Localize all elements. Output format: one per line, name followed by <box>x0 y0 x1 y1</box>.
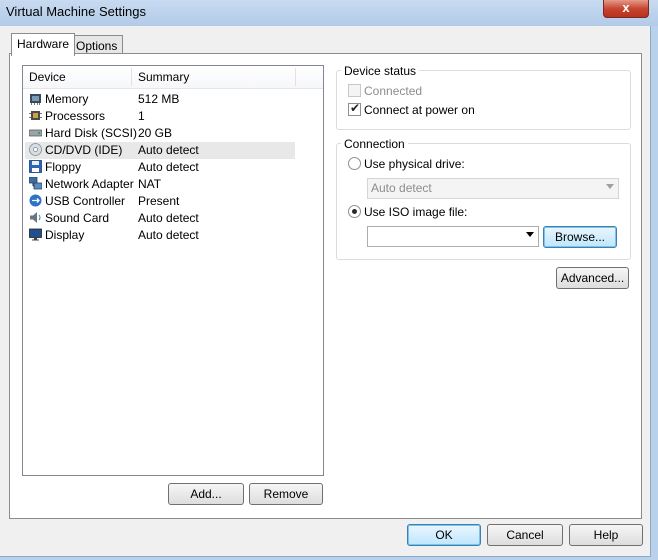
device-row-processors[interactable]: Processors 1 <box>25 108 295 125</box>
device-name: Processors <box>45 109 106 123</box>
device-row-usb-controller[interactable]: USB Controller Present <box>25 193 295 210</box>
add-button[interactable]: Add... <box>168 483 244 505</box>
device-row-network-adapter[interactable]: Network Adapter NAT <box>25 176 295 193</box>
ok-button[interactable]: OK <box>407 524 481 546</box>
column-header-summary[interactable]: Summary <box>132 66 288 88</box>
device-name: Floppy <box>45 160 82 174</box>
device-summary: Auto detect <box>138 228 199 242</box>
window-title: Virtual Machine Settings <box>6 4 146 19</box>
chevron-down-icon[interactable] <box>526 232 534 237</box>
device-row-display[interactable]: Display Auto detect <box>25 227 295 244</box>
use-iso-image-label: Use ISO image file: <box>364 205 468 219</box>
processor-icon <box>29 111 42 120</box>
display-icon <box>29 228 42 241</box>
device-name: CD/DVD (IDE) <box>45 143 123 157</box>
cd-dvd-icon <box>29 143 42 156</box>
tab-hardware-label: Hardware <box>17 37 70 51</box>
advanced-button[interactable]: Advanced... <box>556 267 629 289</box>
device-summary: Auto detect <box>138 143 199 157</box>
close-button[interactable]: x <box>603 0 649 18</box>
close-icon: x <box>622 0 630 15</box>
device-row-memory[interactable]: Memory 512 MB <box>25 91 295 108</box>
device-row-floppy[interactable]: Floppy Auto detect <box>25 159 295 176</box>
device-name: USB Controller <box>45 194 126 208</box>
device-name: Network Adapter <box>45 177 134 191</box>
remove-button[interactable]: Remove <box>249 483 323 505</box>
iso-file-path-input[interactable] <box>367 226 539 247</box>
device-status-label: Device status <box>341 64 420 78</box>
connect-at-power-on-label: Connect at power on <box>364 103 475 117</box>
use-physical-drive-radio[interactable] <box>348 157 361 170</box>
device-summary: Present <box>138 194 180 208</box>
device-row-cd-dvd[interactable]: CD/DVD (IDE) Auto detect <box>25 142 295 159</box>
cancel-button[interactable]: Cancel <box>487 524 563 546</box>
physical-drive-value: Auto detect <box>371 181 432 195</box>
connected-checkbox[interactable] <box>348 84 361 97</box>
connect-at-power-on-checkbox[interactable]: ✔ <box>348 101 361 116</box>
radio-selected-dot <box>352 209 357 214</box>
floppy-icon <box>29 160 42 173</box>
sound-card-icon <box>30 212 41 223</box>
device-summary: 512 MB <box>138 92 180 106</box>
network-adapter-icon <box>29 177 42 190</box>
device-name: Memory <box>45 92 89 106</box>
connection-label: Connection <box>341 137 408 151</box>
device-summary: 1 <box>138 109 145 123</box>
usb-icon <box>29 194 42 207</box>
physical-drive-select[interactable]: Auto detect <box>367 178 619 199</box>
column-header-device[interactable]: Device <box>23 66 131 88</box>
column-separator[interactable] <box>295 68 296 86</box>
hard-disk-icon <box>29 129 42 137</box>
device-row-sound-card[interactable]: Sound Card Auto detect <box>25 210 295 227</box>
connected-label: Connected <box>364 84 423 98</box>
device-summary: Auto detect <box>138 160 199 174</box>
device-name: Display <box>45 228 85 242</box>
memory-icon <box>30 94 41 105</box>
device-summary: NAT <box>138 177 162 191</box>
use-iso-image-radio[interactable] <box>348 205 361 218</box>
device-name: Hard Disk (SCSI) <box>45 126 138 140</box>
title-bar: Virtual Machine Settings x <box>0 0 658 26</box>
device-row-hard-disk[interactable]: Hard Disk (SCSI) 20 GB <box>25 125 295 142</box>
use-physical-drive-label: Use physical drive: <box>364 157 465 171</box>
device-list-header: Device Summary <box>23 66 323 89</box>
device-list[interactable]: Device Summary Memory 512 MB Processors … <box>22 65 324 476</box>
device-summary: 20 GB <box>138 126 173 140</box>
device-summary: Auto detect <box>138 211 199 225</box>
device-name: Sound Card <box>45 211 110 225</box>
tab-options-label: Options <box>76 39 118 53</box>
window-border <box>651 26 658 560</box>
help-button[interactable]: Help <box>569 524 643 546</box>
device-status-group <box>336 70 631 130</box>
chevron-down-icon <box>606 184 614 189</box>
tab-hardware[interactable]: Hardware <box>11 33 76 56</box>
checkmark-icon: ✔ <box>350 101 361 115</box>
browse-button[interactable]: Browse... <box>543 226 617 248</box>
